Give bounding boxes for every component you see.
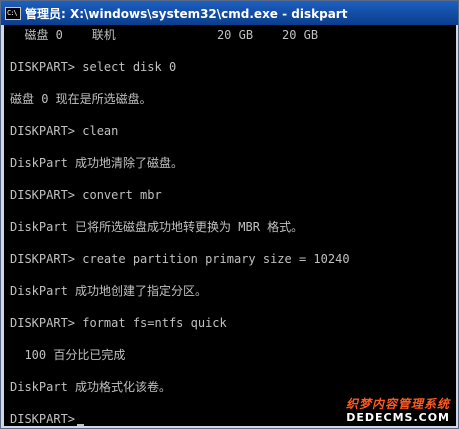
watermark: 织梦内容管理系统 DEDECMS.COM <box>346 397 450 424</box>
cmd-icon-glyph: C:\ <box>7 8 18 17</box>
console-line-select-result: 磁盘 0 现在是所选磁盘。 <box>10 92 152 106</box>
cmd-app-icon[interactable]: C:\ <box>5 6 21 20</box>
console-line-cmd-convert: DISKPART> convert mbr <box>10 188 162 202</box>
console-line-disk-list: 磁盘 0 联机 20 GB 20 GB <box>10 28 319 42</box>
console-line-cmd-select: DISKPART> select disk 0 <box>10 60 177 74</box>
console-line-convert-result: DiskPart 已将所选磁盘成功地转更换为 MBR 格式。 <box>10 220 304 234</box>
console-line-format-progress: 100 百分比已完成 <box>10 348 126 362</box>
text-cursor <box>77 424 85 426</box>
watermark-line-1: 织梦内容管理系统 <box>345 397 450 411</box>
cmd-window: C:\ 管理员: X:\windows\system32\cmd.exe - d… <box>0 0 459 429</box>
console-area[interactable]: 磁盘 0 联机 20 GB 20 GB DISKPART> select dis… <box>4 25 456 426</box>
title-bar[interactable]: C:\ 管理员: X:\windows\system32\cmd.exe - d… <box>1 1 458 25</box>
console-line-cmd-create: DISKPART> create partition primary size … <box>10 252 350 266</box>
console-line-clean-result: DiskPart 成功地清除了磁盘。 <box>10 156 184 170</box>
console-line-format-result: DiskPart 成功格式化该卷。 <box>10 380 172 394</box>
window-title: 管理员: X:\windows\system32\cmd.exe - diskp… <box>25 6 348 21</box>
console-line-cmd-clean: DISKPART> clean <box>10 124 119 138</box>
prompt-text: DISKPART> <box>10 412 76 426</box>
console-line-create-result: DiskPart 成功地创建了指定分区。 <box>10 284 208 298</box>
watermark-line-2: DEDECMS.COM <box>346 411 450 424</box>
console-line-prompt[interactable]: DISKPART> <box>10 409 85 426</box>
console-line-cmd-format: DISKPART> format fs=ntfs quick <box>10 316 227 330</box>
